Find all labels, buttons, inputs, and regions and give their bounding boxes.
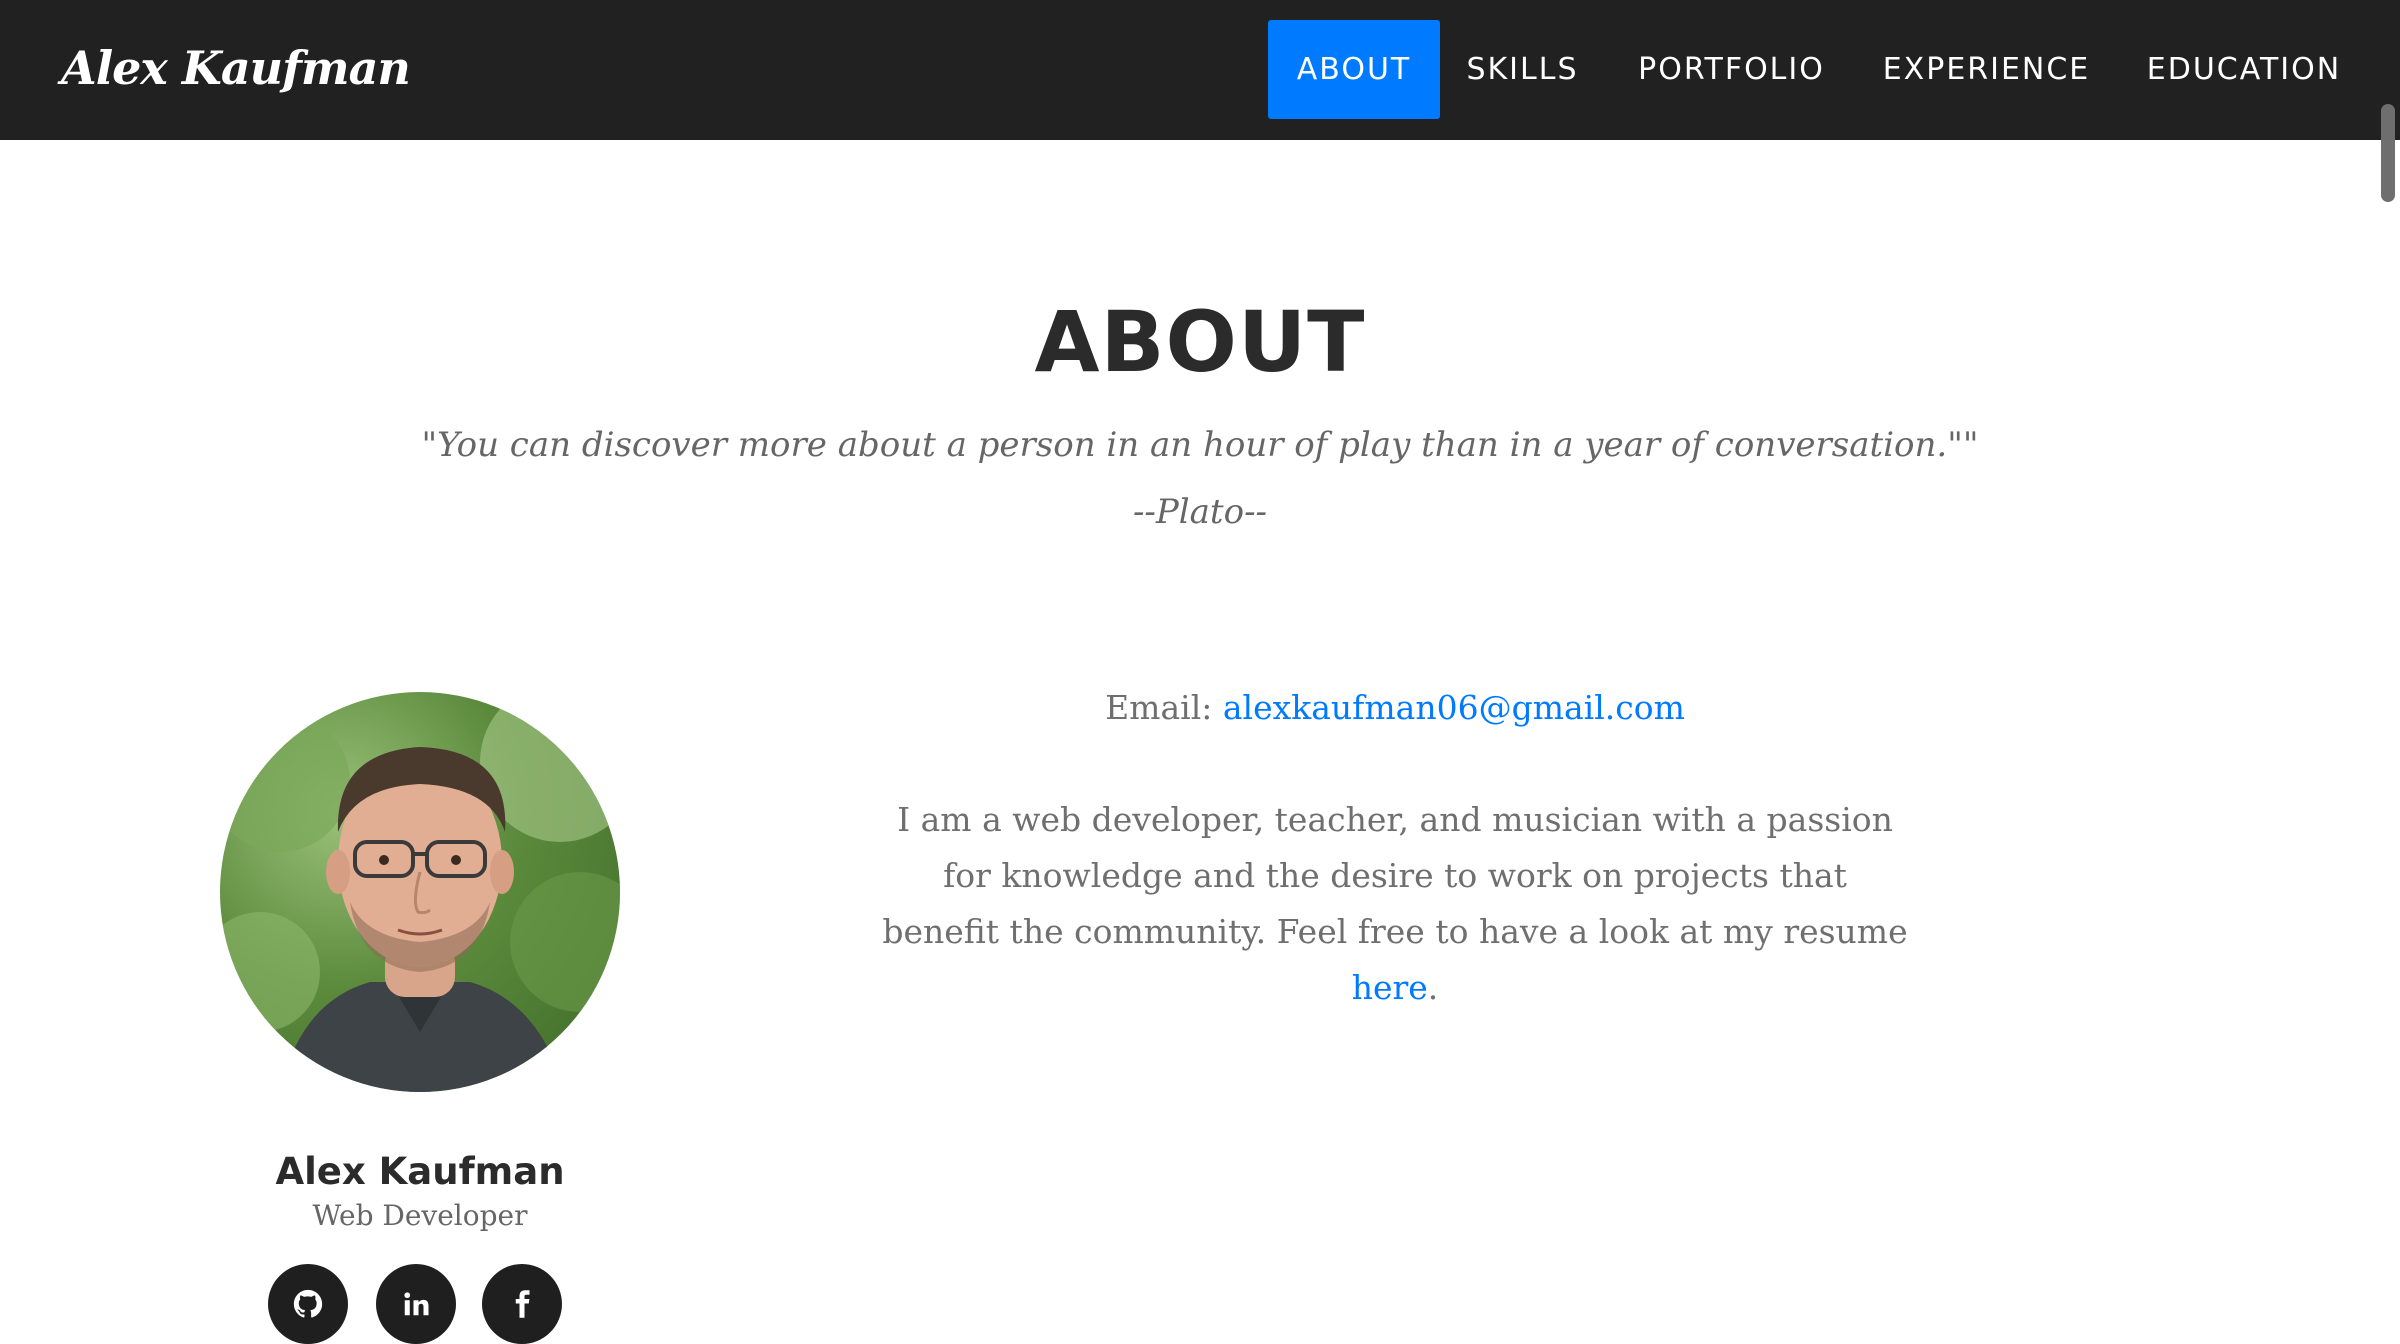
facebook-icon <box>515 1290 530 1318</box>
email-label: Email: <box>1105 688 1223 727</box>
nav-item-skills[interactable]: SKILLS <box>1456 20 1589 119</box>
quote-text: "You can discover more about a person in… <box>421 425 1979 465</box>
scrollbar-thumb[interactable] <box>2381 104 2395 202</box>
email-link[interactable]: alexkaufman06@gmail.com <box>1223 688 1685 727</box>
nav-item-portfolio[interactable]: PORTFOLIO <box>1619 20 1844 119</box>
navbar: Alex Kaufman ABOUT SKILLS PORTFOLIO EXPE… <box>0 0 2400 140</box>
bio-end: . <box>1427 968 1439 1007</box>
section-title: ABOUT <box>1034 293 1366 391</box>
github-button[interactable] <box>268 1264 348 1344</box>
avatar <box>220 692 620 1092</box>
profile-role: Web Developer <box>312 1199 528 1232</box>
linkedin-icon <box>404 1292 429 1316</box>
github-icon <box>293 1289 323 1318</box>
nav-item-education[interactable]: EDUCATION <box>2130 20 2358 119</box>
facebook-button[interactable] <box>482 1264 562 1344</box>
resume-link[interactable]: here <box>1352 968 1428 1007</box>
nav-item-about[interactable]: ABOUT <box>1268 20 1440 119</box>
bio-text: I am a web developer, teacher, and music… <box>880 792 1910 1016</box>
nav-item-experience[interactable]: EXPERIENCE <box>1870 20 2103 119</box>
linkedin-button[interactable] <box>376 1264 456 1344</box>
profile-name: Alex Kaufman <box>275 1150 565 1193</box>
avatar-portrait <box>220 692 620 1092</box>
bio-body: I am a web developer, teacher, and music… <box>882 800 1908 951</box>
email-line: Email: alexkaufman06@gmail.com <box>880 684 1910 732</box>
brand-logo[interactable]: Alex Kaufman <box>61 38 411 98</box>
quote-author: --Plato-- <box>1132 492 1268 532</box>
